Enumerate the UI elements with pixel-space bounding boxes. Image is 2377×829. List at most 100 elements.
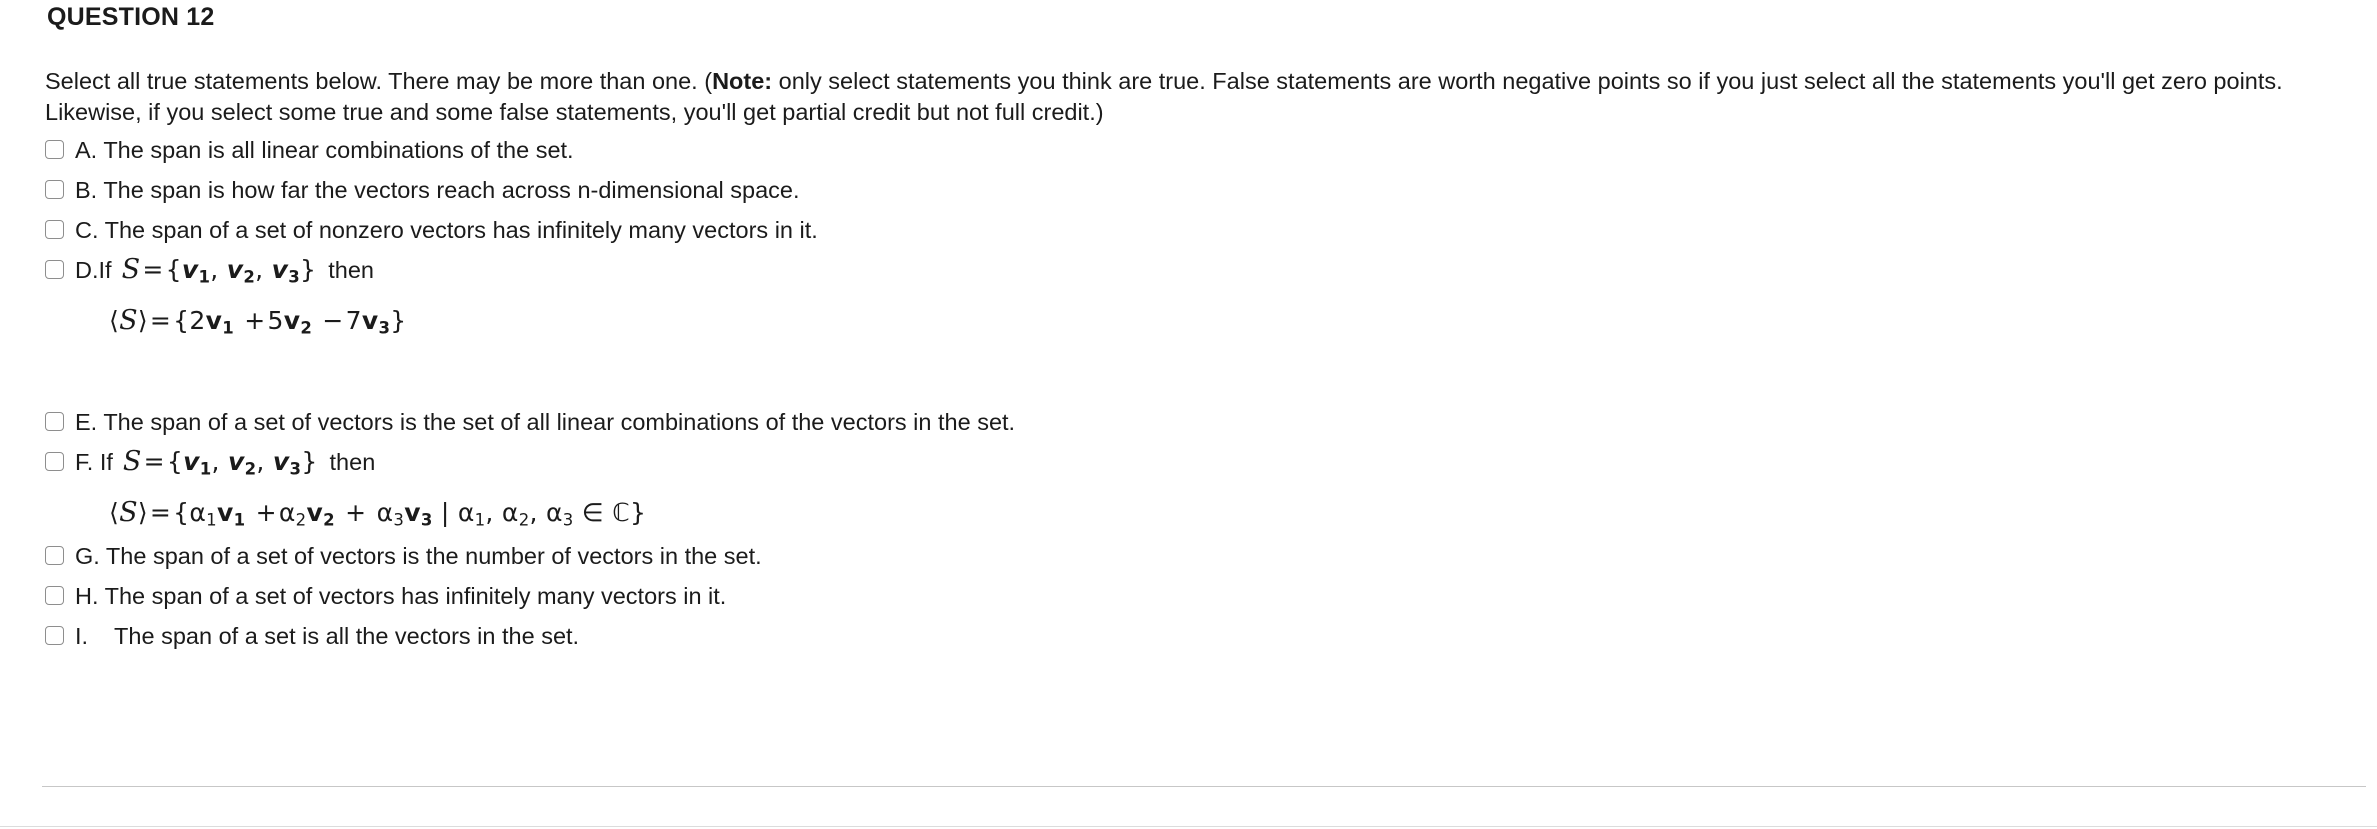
- option-row-h[interactable]: H. The span of a set of vectors has infi…: [45, 583, 2335, 609]
- option-row-a[interactable]: A. The span is all linear combinations o…: [45, 137, 2335, 163]
- alpha-glyph: α: [501, 497, 519, 527]
- v-glyph: v: [271, 255, 289, 284]
- math-scalar-alpha1-condition: α1: [457, 497, 486, 530]
- math-symbol-rbrace: }: [301, 447, 318, 477]
- option-e-label: E.: [75, 409, 98, 436]
- option-d-formula: ⟨S⟩={2v1 +5v2 −7v3}: [109, 305, 2335, 338]
- option-d-text: D.If S={v1, v2, v3} then: [75, 254, 374, 291]
- math-symbol-s: S: [119, 304, 138, 336]
- alpha-glyph: α: [189, 497, 207, 527]
- options-list: A. The span is all linear combinations o…: [45, 137, 2335, 663]
- math-symbol-plus-2: +: [345, 497, 367, 527]
- option-c-label: C.: [75, 217, 99, 243]
- math-comma-1: ,: [211, 447, 220, 477]
- option-f-text: F. If S={v1, v2, v3} then: [75, 447, 375, 483]
- option-row-e[interactable]: E. The span of a set of vectors is the s…: [45, 409, 2335, 435]
- checkbox-d[interactable]: [45, 260, 64, 279]
- option-b-statement: The span is how far the vectors reach ac…: [103, 177, 800, 203]
- checkbox-b[interactable]: [45, 180, 64, 199]
- alpha2-subscript: 2: [518, 510, 530, 530]
- option-a-statement: The span is all linear combinations of t…: [103, 137, 574, 163]
- v2-subscript: 2: [243, 267, 256, 287]
- math-comma-2: ,: [529, 497, 538, 527]
- option-b-text: B. The span is how far the vectors reach…: [75, 177, 800, 203]
- v1-subscript: 1: [199, 459, 212, 479]
- option-row-d[interactable]: D.If S={v1, v2, v3} then: [45, 254, 2335, 291]
- question-panel: QUESTION 12 Select all true statements b…: [0, 0, 2377, 829]
- checkbox-f[interactable]: [45, 452, 64, 472]
- math-symbol-element-of: ∈: [581, 497, 604, 527]
- math-coefficient-5: 5: [267, 305, 284, 335]
- checkbox-e[interactable]: [45, 412, 64, 432]
- math-vector-v1: v1: [217, 498, 245, 530]
- checkbox-c[interactable]: [45, 220, 64, 239]
- option-d-set-definition: S={v1, v2, v3}: [121, 254, 317, 287]
- v3-subscript: 3: [420, 510, 433, 530]
- math-vector-v3: v3: [272, 447, 302, 479]
- math-scalar-alpha3: α3: [376, 497, 405, 530]
- v1-subscript: 1: [198, 267, 211, 287]
- v1-subscript: 1: [222, 318, 234, 338]
- option-row-i[interactable]: I. The span of a set is all the vectors …: [45, 623, 2335, 649]
- option-row-g[interactable]: G. The span of a set of vectors is the n…: [45, 543, 2335, 569]
- alpha-glyph: α: [457, 497, 475, 527]
- alpha3-subscript: 3: [562, 510, 574, 530]
- checkbox-g[interactable]: [45, 546, 64, 566]
- v-glyph: v: [205, 305, 223, 335]
- v-glyph: v: [226, 255, 244, 284]
- v-glyph: v: [228, 447, 245, 477]
- option-f-if-word: If: [99, 449, 113, 476]
- v-glyph: v: [361, 305, 379, 335]
- page-title: QUESTION 12: [47, 3, 215, 31]
- option-i-statement: The span of a set is all the vectors in …: [107, 623, 580, 650]
- option-row-b[interactable]: B. The span is how far the vectors reach…: [45, 177, 2335, 203]
- option-i-label: I.: [75, 623, 89, 650]
- math-angle-close: ⟩: [137, 497, 148, 527]
- checkbox-h[interactable]: [45, 586, 64, 606]
- math-symbol-rbrace: }: [629, 497, 647, 527]
- option-e-statement: The span of a set of vectors is the set …: [103, 409, 1016, 436]
- option-e-text: E. The span of a set of vectors is the s…: [75, 409, 1015, 435]
- math-vector-v3: v3: [361, 305, 391, 338]
- math-symbol-lbrace: {: [173, 305, 190, 335]
- v-glyph: v: [272, 447, 290, 477]
- math-symbol-minus: −: [322, 305, 344, 335]
- math-vector-v2: v2: [226, 255, 256, 287]
- v3-subscript: 3: [288, 267, 300, 287]
- math-symbol-mid: |: [440, 497, 450, 527]
- option-b-label: B.: [75, 177, 98, 203]
- option-row-c[interactable]: C. The span of a set of nonzero vectors …: [45, 217, 2335, 243]
- option-c-statement: The span of a set of nonzero vectors has…: [104, 217, 818, 243]
- alpha-glyph: α: [278, 497, 296, 527]
- alpha-glyph: α: [376, 497, 394, 527]
- bottom-divider: [0, 826, 2377, 827]
- math-angle-open: ⟨: [109, 305, 120, 335]
- math-symbol-equals: =: [142, 255, 164, 284]
- math-vector-v3: v3: [271, 255, 300, 287]
- math-symbol-lbrace: {: [165, 255, 182, 284]
- math-vector-v2: v2: [284, 306, 312, 338]
- v3-subscript: 3: [289, 459, 302, 479]
- math-symbol-equals: =: [143, 447, 165, 477]
- math-symbol-equals: =: [149, 305, 172, 335]
- option-row-f[interactable]: F. If S={v1, v2, v3} then: [45, 447, 2335, 483]
- v-glyph: v: [183, 447, 200, 477]
- checkbox-a[interactable]: [45, 140, 64, 159]
- v3-subscript: 3: [378, 318, 391, 338]
- math-symbol-rbrace: }: [300, 255, 317, 284]
- alpha-glyph: α: [546, 497, 563, 527]
- math-comma-1: ,: [485, 497, 494, 527]
- math-symbol-s: S: [121, 254, 141, 285]
- math-vector-v1: v1: [205, 305, 234, 338]
- math-vector-v2: v2: [228, 447, 256, 479]
- option-h-text: H. The span of a set of vectors has infi…: [75, 583, 726, 609]
- checkbox-i[interactable]: [45, 626, 64, 646]
- math-symbol-lbrace: {: [166, 447, 184, 477]
- math-comma-2: ,: [255, 255, 264, 284]
- v-glyph: v: [404, 497, 421, 527]
- math-vector-v3: v3: [404, 497, 433, 530]
- v-glyph: v: [181, 255, 199, 284]
- option-f-label: F.: [75, 449, 94, 476]
- math-scalar-alpha1: α1: [189, 497, 217, 530]
- section-divider: [42, 786, 2366, 787]
